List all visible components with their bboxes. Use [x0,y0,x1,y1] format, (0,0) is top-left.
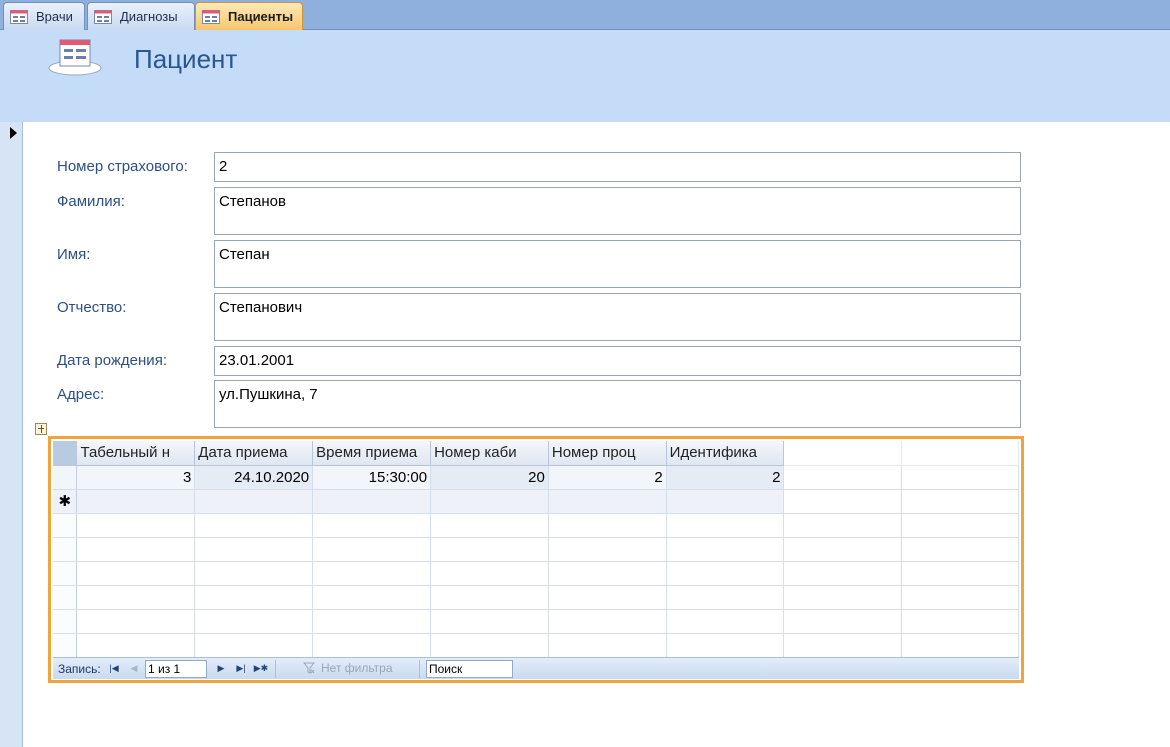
record-selector[interactable] [0,122,23,747]
empty-cell [901,465,1019,490]
table-cell[interactable] [194,489,314,514]
insurance-number-field[interactable]: 2 [214,152,1021,182]
empty-row [53,537,1019,562]
form-icon [10,9,28,24]
table-cell[interactable]: 15:30:00 [312,465,432,490]
label-first-name: Имя: [57,246,91,263]
last-record-icon[interactable]: ▶| [236,663,246,674]
current-record-input[interactable]: 1 из 1 [145,660,207,678]
empty-cell [783,465,902,490]
column-header-empty [901,441,1019,466]
table-cell[interactable] [548,489,667,514]
column-header[interactable]: Дата приема [194,441,314,466]
funnel-icon [303,662,315,674]
record-navigation-bar: Запись: |◀ ◀ 1 из 1 ▶ ▶| ▶✱ Нет фильтра … [53,657,1019,679]
search-input[interactable]: Поиск [426,660,513,678]
empty-row [53,561,1019,586]
tab-label: Пациенты [228,9,294,24]
record-label: Запись: [58,662,101,676]
form-icon [202,9,220,24]
column-header[interactable]: Время приема [312,441,432,466]
filter-toggle[interactable]: Нет фильтра [303,661,393,675]
last-name-field[interactable]: Степанов [214,187,1021,235]
tab-patsienty[interactable]: Пациенты [195,2,303,30]
tab-diagnozy[interactable]: Диагнозы [87,2,195,30]
first-record-icon[interactable]: |◀ [109,663,119,674]
empty-cell [783,489,902,514]
appointments-subform[interactable]: Табельный н Дата приема Время приема Ном… [48,436,1024,683]
first-name-field[interactable]: Степан [214,240,1021,288]
filter-label: Нет фильтра [321,661,393,675]
empty-row [53,513,1019,538]
divider [419,660,420,678]
column-header[interactable]: Табельный н [76,441,196,466]
table-row[interactable]: 3 24.10.2020 15:30:00 20 2 2 [53,465,1019,490]
form-header: Пациент [0,30,1170,122]
table-cell[interactable]: 24.10.2020 [194,465,314,490]
subform-datasheet: Табельный н Дата приема Время приема Ном… [53,441,1019,657]
table-cell[interactable]: 2 [666,465,785,490]
column-header-empty [783,441,902,466]
label-last-name: Фамилия: [57,193,125,210]
address-field[interactable]: ул.Пушкина, 7 [214,380,1021,428]
column-header[interactable]: Номер каби [430,441,549,466]
label-patronymic: Отчество: [57,299,127,316]
table-cell[interactable]: 2 [548,465,667,490]
table-cell[interactable]: 20 [430,465,549,490]
subform-move-handle-icon[interactable] [35,423,47,435]
new-record-icon: ✱ [53,489,78,514]
current-record-arrow-icon [10,127,17,139]
birth-date-field[interactable]: 23.01.2001 [214,346,1021,376]
table-cell[interactable] [666,489,785,514]
label-insurance-number: Номер страхового: [57,158,188,175]
tab-vrachi[interactable]: Врачи [3,2,85,30]
empty-row [53,585,1019,610]
column-header[interactable]: Идентифика [666,441,785,466]
page-title: Пациент [134,44,238,74]
column-header[interactable]: Номер проц [548,441,667,466]
label-address: Адрес: [57,386,105,403]
table-cell[interactable]: 3 [76,465,196,490]
tab-label: Врачи [36,9,73,24]
table-cell[interactable] [76,489,196,514]
empty-row [53,609,1019,634]
tab-label: Диагнозы [120,9,178,24]
patronymic-field[interactable]: Степанович [214,293,1021,341]
select-all-corner[interactable] [53,441,78,466]
next-record-icon[interactable]: ▶ [216,663,226,674]
label-birth-date: Дата рождения: [57,352,167,369]
table-cell[interactable] [430,489,549,514]
divider [275,660,276,678]
row-selector[interactable] [53,465,78,490]
document-tab-bar: Врачи Диагнозы Пациенты [0,0,1170,30]
table-cell[interactable] [312,489,432,514]
new-record-row[interactable]: ✱ [53,489,1019,514]
form-logo-icon [48,39,102,76]
new-record-nav-icon[interactable]: ▶✱ [253,663,269,674]
empty-row [53,633,1019,657]
prev-record-icon[interactable]: ◀ [129,663,139,674]
form-icon [94,9,112,24]
empty-cell [901,489,1019,514]
